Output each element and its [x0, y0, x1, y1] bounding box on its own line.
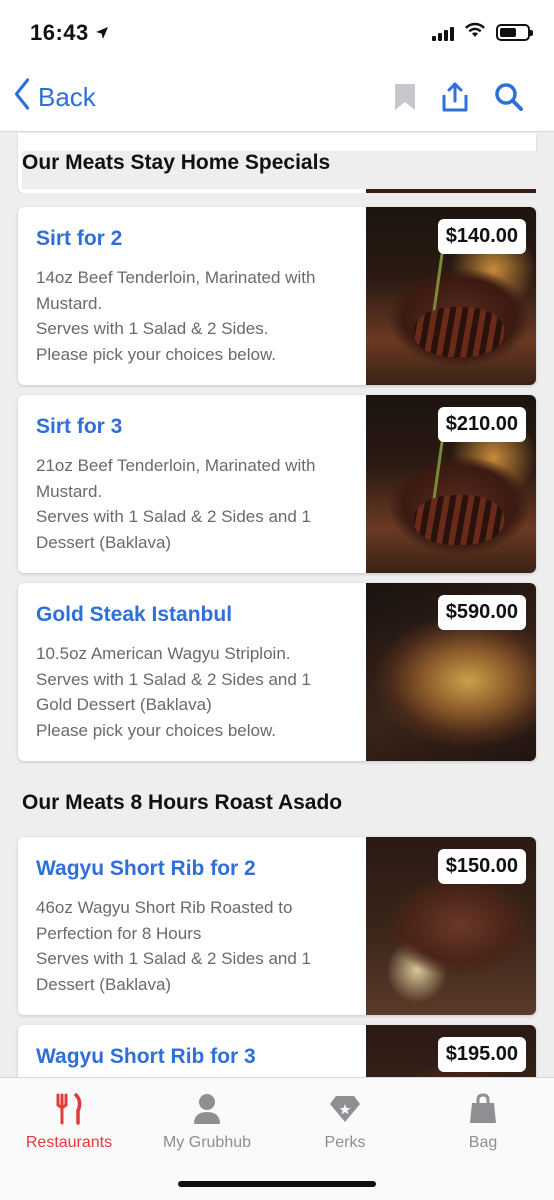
person-icon — [138, 1092, 276, 1126]
section-title: Our Meats 8 Hours Roast Asado — [22, 791, 343, 814]
cellular-signal-icon — [432, 25, 454, 41]
menu-item-name: Sirt for 3 — [36, 415, 123, 438]
menu-item-card[interactable]: Wagyu Short Rib for 3 $195.00 — [18, 1025, 536, 1077]
menu-item-description: 14oz Beef Tenderloin, Marinated with Mus… — [36, 268, 316, 364]
nav-bar: Back — [0, 62, 554, 132]
menu-item-name: Sirt for 2 — [36, 227, 123, 250]
home-indicator — [178, 1181, 376, 1187]
price-badge: $210.00 — [437, 407, 526, 442]
chevron-left-icon — [14, 78, 30, 116]
fork-knife-icon — [0, 1092, 138, 1126]
bag-icon — [414, 1092, 552, 1126]
menu-item-photo: $140.00 — [366, 207, 536, 385]
tab-perks[interactable]: Perks — [276, 1092, 414, 1152]
price-badge: $150.00 — [437, 849, 526, 884]
menu-item-card[interactable]: Sirt for 3 21oz Beef Tenderloin, Marinat… — [18, 395, 536, 573]
tab-label: Restaurants — [25, 1134, 113, 1151]
clock: 16:43 — [30, 20, 89, 45]
status-icons — [432, 22, 533, 43]
tab-my-grubhub[interactable]: My Grubhub — [138, 1092, 276, 1152]
tab-label: Bag — [468, 1134, 498, 1151]
tab-restaurants[interactable]: Restaurants — [0, 1092, 138, 1152]
menu-item-name: Wagyu Short Rib for 2 — [36, 857, 256, 880]
menu-item-card[interactable]: Sirt for 2 14oz Beef Tenderloin, Marinat… — [18, 207, 536, 385]
price-badge: $590.00 — [437, 595, 526, 630]
battery-icon — [496, 24, 533, 41]
price-badge: $140.00 — [437, 219, 526, 254]
menu-item-description: 46oz Wagyu Short Rib Roasted to Perfecti… — [36, 898, 311, 994]
back-label: Back — [38, 81, 96, 112]
bookmark-icon[interactable] — [388, 80, 422, 114]
menu-item-card[interactable]: Wagyu Short Rib for 2 46oz Wagyu Short R… — [18, 837, 536, 1015]
price-badge: $195.00 — [437, 1037, 526, 1072]
back-button[interactable]: Back — [12, 78, 96, 116]
menu-item-photo: $590.00 — [366, 583, 536, 761]
diamond-icon — [276, 1092, 414, 1126]
search-icon[interactable] — [492, 80, 526, 114]
location-arrow-icon — [95, 26, 109, 45]
status-bar: 16:43 — [0, 0, 554, 62]
share-icon[interactable] — [438, 80, 472, 114]
tab-label: Perks — [324, 1134, 366, 1151]
section-title: Our Meats Stay Home Specials — [22, 151, 542, 189]
menu-item-photo: $150.00 — [366, 837, 536, 1015]
menu-item-photo: $195.00 — [366, 1025, 536, 1077]
menu-item-name: Wagyu Short Rib for 3 — [36, 1045, 256, 1068]
menu-item-card[interactable]: Gold Steak Istanbul 10.5oz American Wagy… — [18, 583, 536, 761]
tab-label: My Grubhub — [162, 1134, 252, 1151]
status-time: 16:43 — [30, 20, 109, 46]
menu-item-name: Gold Steak Istanbul — [36, 603, 233, 626]
menu-item-description: 10.5oz American Wagyu Striploin. Serves … — [36, 644, 311, 740]
menu-content[interactable]: Our Meats Stay Home Specials Sirt for 2 … — [0, 133, 554, 1077]
menu-item-description: 21oz Beef Tenderloin, Marinated with Mus… — [36, 456, 316, 552]
tab-bag[interactable]: Bag — [414, 1092, 552, 1152]
menu-item-photo: $210.00 — [366, 395, 536, 573]
wifi-icon — [464, 22, 486, 43]
